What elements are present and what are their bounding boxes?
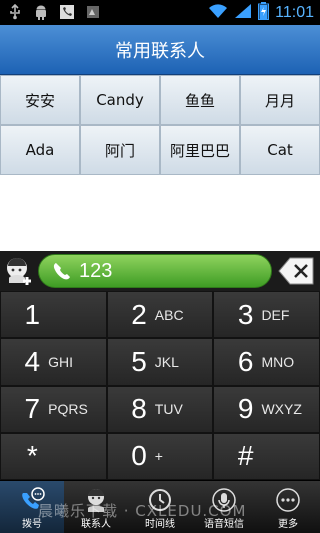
key-5[interactable]: 5 JKL [106, 338, 214, 386]
watermark-text: 晨曦乐下载 · CXLEDU.COM [38, 502, 247, 520]
key-digit: # [237, 440, 254, 472]
key-letters: PQRS [48, 401, 88, 418]
key-letters: ABC [154, 306, 184, 323]
key-letters: + [154, 448, 163, 465]
key-letters: GHI [48, 353, 73, 370]
contact-button[interactable]: 阿里巴巴 [160, 125, 240, 175]
backspace-button[interactable] [278, 256, 316, 286]
dialed-number: 123 [79, 259, 113, 282]
key-digit: 5 [131, 345, 147, 377]
usb-icon [6, 3, 24, 21]
key-3[interactable]: 3 DEF [213, 291, 320, 339]
title-bar: 常用联系人 [0, 25, 320, 75]
contact-button[interactable]: Cat [240, 125, 320, 175]
key-letters: TUV [154, 401, 183, 418]
call-button[interactable]: 123 [38, 254, 272, 288]
key-letters: DEF [261, 306, 290, 323]
key-digit: 6 [237, 345, 254, 377]
key-star[interactable]: * [0, 432, 107, 480]
empty-area [0, 175, 320, 251]
add-contact-button[interactable] [3, 255, 35, 287]
status-time: 11:01 [275, 4, 314, 21]
signal-icon [234, 3, 252, 23]
contact-button[interactable]: Candy [80, 75, 160, 125]
key-letters: JKL [154, 353, 179, 370]
frequent-contacts-grid: 安安 Candy 鱼鱼 月月 Ada 阿门 阿里巴巴 Cat [0, 75, 320, 175]
key-digit: * [26, 440, 38, 472]
tab-more[interactable]: 更多 [256, 481, 320, 533]
status-bar: 11:01 [0, 0, 320, 25]
key-0[interactable]: 0 + [106, 432, 214, 480]
more-icon [276, 488, 300, 512]
notification-icon [84, 3, 102, 21]
key-digit: 3 [237, 298, 254, 330]
key-4[interactable]: 4 GHI [0, 338, 107, 386]
key-1[interactable]: 1 [0, 291, 107, 339]
key-letters: MNO [261, 353, 295, 370]
key-8[interactable]: 8 TUV [106, 385, 214, 433]
key-digit: 8 [131, 393, 147, 425]
status-right: 11:01 [208, 2, 314, 24]
dialer-bar: 123 [0, 251, 320, 291]
tab-label: 更多 [278, 519, 298, 530]
contact-button[interactable]: 鱼鱼 [160, 75, 240, 125]
add-contact-icon [7, 258, 31, 285]
contact-button[interactable]: Ada [0, 125, 80, 175]
page-title: 常用联系人 [115, 40, 205, 62]
status-left [6, 3, 102, 21]
key-digit: 9 [237, 393, 254, 425]
key-letters: WXYZ [261, 401, 302, 418]
battery-charging-icon [258, 2, 270, 24]
key-digit: 4 [24, 345, 41, 377]
key-digit: 0 [131, 440, 147, 472]
key-pound[interactable]: # [213, 432, 320, 480]
key-2[interactable]: 2 ABC [106, 291, 214, 339]
android-debug-icon [32, 3, 50, 21]
key-9[interactable]: 9 WXYZ [213, 385, 320, 433]
backspace-icon [278, 257, 314, 285]
key-digit: 7 [24, 393, 41, 425]
wifi-icon [208, 3, 228, 23]
key-7[interactable]: 7 PQRS [0, 385, 107, 433]
phone-icon [53, 263, 70, 280]
contact-button[interactable]: 安安 [0, 75, 80, 125]
key-digit: 2 [131, 298, 147, 330]
key-6[interactable]: 6 MNO [213, 338, 320, 386]
contact-button[interactable]: 阿门 [80, 125, 160, 175]
missed-call-icon [58, 3, 76, 21]
contact-button[interactable]: 月月 [240, 75, 320, 125]
key-digit: 1 [24, 298, 41, 330]
dial-keypad: 1 2 ABC 3 DEF 4 GHI 5 JKL 6 MNO 7 PQRS 8 TUV 9W… [0, 291, 320, 480]
